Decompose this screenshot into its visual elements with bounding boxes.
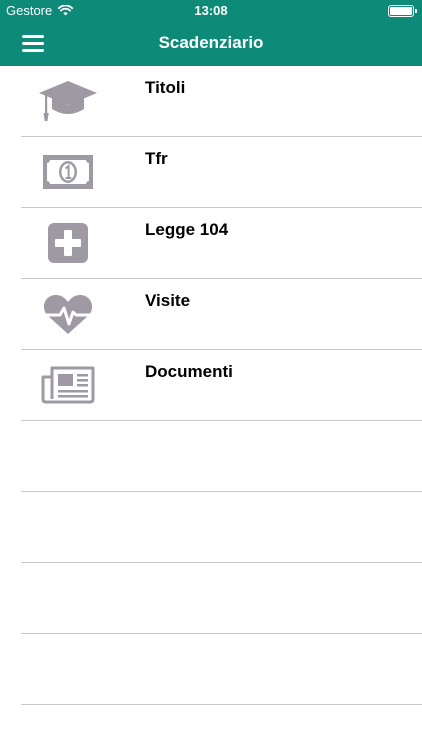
list-item-label: Tfr: [145, 149, 168, 168]
banknote-icon: [38, 149, 98, 195]
list-item-documenti[interactable]: Documenti: [0, 350, 422, 421]
status-bar: Gestore 13:08: [0, 0, 422, 22]
plus-square-icon: [38, 220, 98, 266]
list-item-visite[interactable]: Visite: [0, 279, 422, 350]
empty-row: [0, 421, 422, 492]
battery-icon: [388, 5, 417, 17]
newspaper-icon: [38, 362, 98, 408]
row-separator: [21, 704, 422, 705]
status-time: 13:08: [194, 3, 228, 18]
list-item-label: Documenti: [145, 362, 233, 381]
list-item-label: Titoli: [145, 78, 186, 97]
list-item-label: Legge 104: [145, 220, 229, 239]
navigation-bar: Scadenziario: [0, 22, 422, 66]
empty-row: [0, 563, 422, 634]
graduation-cap-icon: [38, 78, 98, 124]
list-item-tfr[interactable]: Tfr: [0, 137, 422, 208]
heartbeat-icon: [38, 291, 98, 337]
empty-row: [0, 492, 422, 563]
list-item-label: Visite: [145, 291, 191, 310]
list-item-titoli[interactable]: Titoli: [0, 66, 422, 137]
empty-row: [0, 634, 422, 705]
page-title: Scadenziario: [158, 33, 264, 52]
menu-list: Titoli Tfr Legge 104 Visite Documenti: [0, 66, 422, 705]
list-item-legge-104[interactable]: Legge 104: [0, 208, 422, 279]
